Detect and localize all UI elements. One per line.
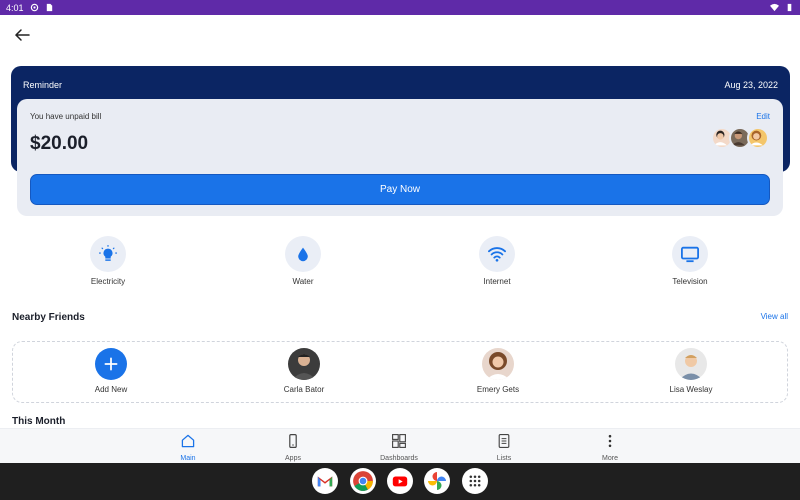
nav-main[interactable]: Main [148,433,228,462]
utility-list: Electricity Water Internet Television [0,236,800,296]
phone-icon [289,434,297,448]
nav-label: Lists [496,455,512,462]
home-icon [181,434,195,448]
avatar [482,348,514,380]
water-drop-icon [285,236,321,272]
nav-apps[interactable]: Apps [253,433,333,462]
bill-card: You have unpaid bill $20.00 Edit Pay Now [17,99,783,216]
lightbulb-icon [90,236,126,272]
tv-icon [672,236,708,272]
pay-now-button[interactable]: Pay Now [30,174,770,205]
utility-electricity[interactable]: Electricity [63,236,153,286]
utility-television[interactable]: Television [645,236,735,286]
avatar [675,348,707,380]
avatar [288,348,320,380]
friend-item[interactable]: Lisa Weslay [641,348,741,394]
bill-participants [711,127,769,149]
friend-name: Emery Gets [476,385,520,394]
battery-status-icon [787,3,792,12]
utility-label: Water [292,277,314,286]
reminder-title: Reminder [23,80,63,90]
youtube-icon[interactable] [387,468,413,494]
wifi-status-icon [770,3,779,12]
more-vertical-icon [608,434,612,448]
bottom-navigation: Main Apps Dashboards Lists More [0,428,800,463]
nav-label: More [602,455,618,462]
friend-item[interactable]: Emery Gets [448,348,548,394]
wifi-icon [479,236,515,272]
avatar [747,127,769,149]
chrome-icon[interactable] [350,468,376,494]
gmail-icon[interactable] [312,468,338,494]
nav-label: Apps [285,455,301,462]
add-new-friend-button[interactable]: Add New [61,348,161,394]
nav-label: Dashboards [380,455,418,462]
nav-dashboards[interactable]: Dashboards [359,433,439,462]
status-bar: 4:01 [0,0,800,15]
edit-link[interactable]: Edit [756,112,770,121]
nav-lists[interactable]: Lists [464,433,544,462]
friend-name: Carla Bator [283,385,325,394]
list-icon [498,434,510,448]
nearby-friends-title: Nearby Friends [12,312,85,323]
nav-label: Main [180,455,196,462]
friend-name: Add New [94,385,128,394]
status-time: 4:01 [6,2,24,13]
photos-icon[interactable] [424,468,450,494]
app-drawer-icon[interactable] [462,468,488,494]
utility-water[interactable]: Water [258,236,348,286]
view-all-link[interactable]: View all [761,312,788,321]
utility-label: Internet [483,277,511,286]
plus-icon [95,348,127,380]
friend-item[interactable]: Carla Bator [254,348,354,394]
friends-list: Add New Carla Bator Emery Gets Lisa Wesl… [12,341,788,403]
utility-label: Electricity [90,277,126,286]
utility-internet[interactable]: Internet [452,236,542,286]
reminder-date: Aug 23, 2022 [724,80,778,90]
this-month-title: This Month [12,416,66,427]
friend-name: Lisa Weslay [669,385,713,394]
nav-more[interactable]: More [570,433,650,462]
taskbar [0,463,800,500]
sim-status-icon [46,3,52,12]
dashboard-icon [392,434,406,448]
bill-amount: $20.00 [30,133,89,154]
back-arrow-icon[interactable] [12,26,32,44]
bill-message: You have unpaid bill [30,112,102,121]
settings-status-icon [30,3,38,12]
utility-label: Television [672,277,708,286]
